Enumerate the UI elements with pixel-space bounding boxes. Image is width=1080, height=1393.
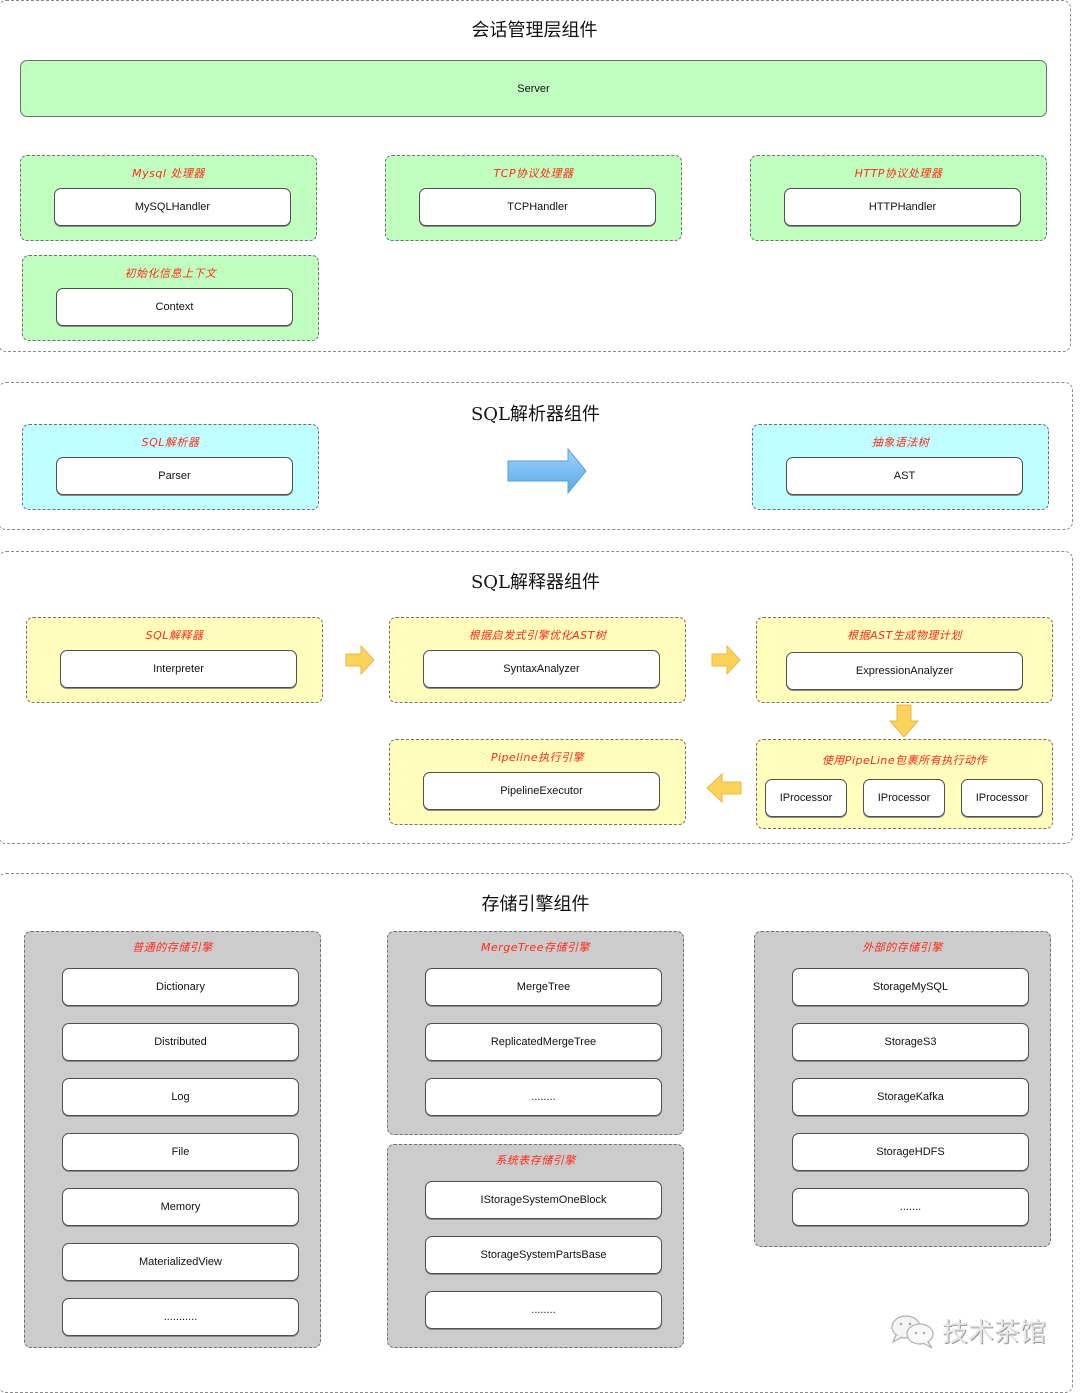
group-label: 外部的存储引擎 [862,941,943,954]
session-layer-title: 会话管理层组件 [471,20,598,41]
ellipsis-node[interactable]: ........ [425,1291,662,1329]
mergetree-node[interactable]: MergeTree [425,968,662,1006]
dictionary-node[interactable]: Dictionary [62,968,299,1006]
storage-section-title: 存储引擎组件 [481,894,590,915]
tcphandler-node[interactable]: TCPHandler [419,188,656,226]
storagehdfs-node[interactable]: StorageHDFS [792,1133,1029,1171]
storagesystempartsbase-node[interactable]: StorageSystemPartsBase [425,1236,662,1274]
ellipsis-node[interactable]: ........... [62,1298,299,1336]
parser-section-title: SQL解析器组件 [470,404,601,425]
system-table-storage-group: 系统表存储引擎 IStorageSystemOneBlock StorageSy… [387,1144,684,1348]
common-storage-group: 普通的存储引擎 Dictionary Distributed Log File … [24,931,321,1348]
arrow-left-icon [706,773,742,803]
ellipsis-node[interactable]: ....... [792,1188,1029,1226]
pipeline-processors-group: 使用PipeLine包裹所有执行动作 IProcessor IProcessor… [756,739,1053,829]
watermark-text: 技术茶馆 [942,1318,1047,1348]
watermark: 技术茶馆 [890,1312,1046,1349]
pipelineexecutor-node[interactable]: PipelineExecutor [423,772,660,810]
group-label: Pipeline执行引擎 [490,751,585,764]
group-label: MergeTree存储引擎 [481,941,590,954]
mysqlhandler-node[interactable]: MySQLHandler [54,188,291,226]
storagekafka-node[interactable]: StorageKafka [792,1078,1029,1116]
arrow-right-icon [345,645,375,675]
external-storage-group: 外部的存储引擎 StorageMySQL StorageS3 StorageKa… [754,931,1051,1247]
arrow-right-icon [711,645,741,675]
httphandler-node[interactable]: HTTPHandler [784,188,1021,226]
parser-group: SQL解析器 Parser [22,424,319,510]
expressionanalyzer-node[interactable]: ExpressionAnalyzer [786,652,1023,690]
server-node[interactable]: Server [20,60,1047,117]
storages3-node[interactable]: StorageS3 [792,1023,1029,1061]
syntax-analyzer-group: 根据启发式引擎优化AST树 SyntaxAnalyzer [389,617,686,703]
distributed-node[interactable]: Distributed [62,1023,299,1061]
tcp-handler-group: TCP协议处理器 TCPHandler [385,155,682,241]
iprocessor-node[interactable]: IProcessor [863,779,945,817]
iprocessor-node[interactable]: IProcessor [961,779,1043,817]
replicatedmergetree-node[interactable]: ReplicatedMergeTree [425,1023,662,1061]
mergetree-storage-group: MergeTree存储引擎 MergeTree ReplicatedMergeT… [387,931,684,1135]
group-label: SQL解析器 [141,436,200,449]
group-label: 根据AST生成物理计划 [847,629,962,642]
ast-group: 抽象语法树 AST [752,424,1049,510]
pipeline-executor-group: Pipeline执行引擎 PipelineExecutor [389,739,686,825]
iprocessor-node[interactable]: IProcessor [765,779,847,817]
group-label: 初始化信息上下文 [124,267,217,280]
interpreter-node[interactable]: Interpreter [60,650,297,688]
wechat-icon [891,1314,934,1349]
group-label: 抽象语法树 [871,436,930,449]
parser-node[interactable]: Parser [56,457,293,495]
ast-node[interactable]: AST [786,457,1023,495]
group-label: SQL解释器 [145,629,204,642]
context-node[interactable]: Context [56,288,293,326]
group-label: HTTP协议处理器 [854,167,943,180]
log-node[interactable]: Log [62,1078,299,1116]
syntaxanalyzer-node[interactable]: SyntaxAnalyzer [423,650,660,688]
memory-node[interactable]: Memory [62,1188,299,1226]
group-label: Mysql 处理器 [132,167,205,180]
mysql-handler-group: Mysql 处理器 MySQLHandler [20,155,317,241]
group-label: 根据启发式引擎优化AST树 [468,629,607,642]
context-group: 初始化信息上下文 Context [22,255,319,341]
group-label: 使用PipeLine包裹所有执行动作 [821,754,988,767]
expression-analyzer-group: 根据AST生成物理计划 ExpressionAnalyzer [756,617,1053,703]
interpreter-section-title: SQL解释器组件 [470,572,601,593]
group-label: 系统表存储引擎 [495,1154,576,1167]
group-label: TCP协议处理器 [493,167,574,180]
arrow-right-icon [507,447,587,495]
group-label: 普通的存储引擎 [132,941,213,954]
storagemysql-node[interactable]: StorageMySQL [792,968,1029,1006]
arrow-down-icon [889,704,919,738]
istoragesystemoneblock-node[interactable]: IStorageSystemOneBlock [425,1181,662,1219]
file-node[interactable]: File [62,1133,299,1171]
ellipsis-node[interactable]: ........ [425,1078,662,1116]
materializedview-node[interactable]: MaterializedView [62,1243,299,1281]
interpreter-group: SQL解释器 Interpreter [26,617,323,703]
http-handler-group: HTTP协议处理器 HTTPHandler [750,155,1047,241]
